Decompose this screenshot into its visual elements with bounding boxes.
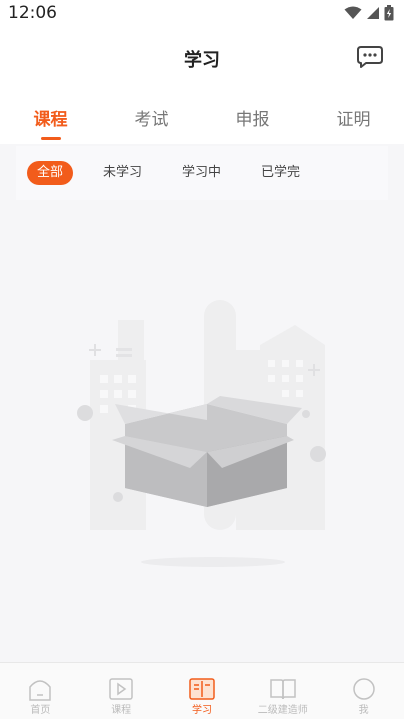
message-icon[interactable] (356, 45, 384, 69)
tab-courses[interactable]: 课程 (0, 90, 101, 144)
status-time: 12:06 (8, 3, 57, 23)
nav-me-label: 我 (358, 705, 369, 716)
nav-study-label: 学习 (191, 705, 212, 716)
nav-constructor[interactable]: 二级建造师 (242, 663, 323, 719)
status-icons (344, 5, 394, 21)
battery-icon (384, 5, 394, 21)
filter-not-started[interactable]: 未学习 (93, 161, 152, 185)
tab-exams[interactable]: 考试 (101, 90, 202, 144)
filter-all[interactable]: 全部 (27, 161, 74, 185)
tab-certificates[interactable]: 证明 (303, 90, 404, 144)
profile-icon (352, 678, 375, 700)
filter-completed[interactable]: 已学完 (251, 161, 310, 185)
nav-constructor-label: 二级建造师 (257, 705, 308, 716)
play-icon (109, 678, 133, 700)
nav-home-label: 首页 (30, 705, 51, 716)
open-book-icon (270, 679, 296, 700)
tab-bar: 课程 考试 申报 证明 (0, 90, 404, 144)
filter-in-progress[interactable]: 学习中 (172, 161, 231, 185)
nav-courses-label: 课程 (111, 705, 132, 716)
nav-courses[interactable]: 课程 (81, 663, 162, 719)
nav-home[interactable]: 首页 (0, 663, 81, 719)
page-title: 学习 (184, 50, 220, 71)
nav-study[interactable]: 学习 (162, 663, 243, 719)
bottom-navigation: 首页 课程 学习 二级建造师 我 (0, 662, 404, 719)
signal-icon (367, 7, 379, 19)
book-icon (189, 678, 215, 700)
wifi-icon (344, 6, 362, 19)
filter-bar: 全部 未学习 学习中 已学完 (16, 146, 388, 200)
status-bar: 12:06 (0, 0, 404, 26)
empty-box-illustration (77, 300, 326, 567)
tab-applications[interactable]: 申报 (202, 90, 303, 144)
nav-me[interactable]: 我 (323, 663, 404, 719)
home-icon (29, 680, 52, 701)
app-header: 学习 (0, 26, 404, 90)
